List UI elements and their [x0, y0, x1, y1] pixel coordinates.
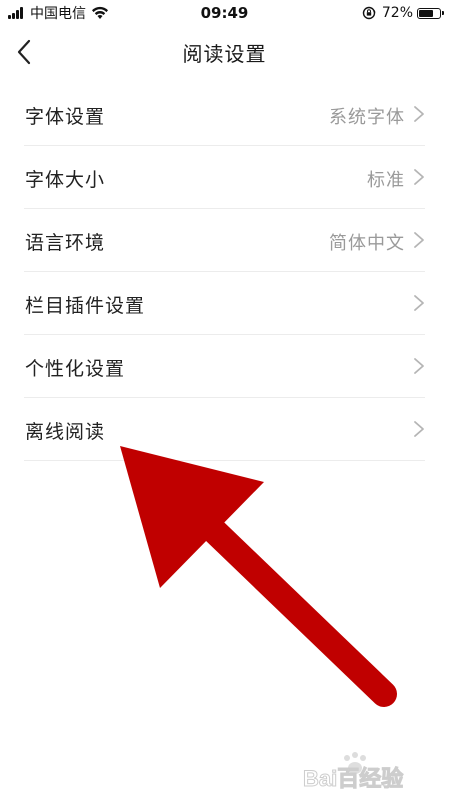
nav-bar: 阅读设置	[0, 26, 449, 78]
chevron-right-icon	[414, 421, 424, 437]
settings-item-font-size[interactable]: 字体大小 标准	[0, 146, 449, 209]
baidu-jingyan-watermark: Bai百经验	[303, 752, 404, 792]
battery-fill	[419, 9, 434, 17]
settings-list: 字体设置 系统字体 字体大小 标准 语言环境 简体中文 栏目插件设置 个性化设置…	[0, 83, 449, 461]
settings-item-label: 字体大小	[25, 169, 106, 191]
divider	[24, 460, 425, 461]
page-title: 阅读设置	[182, 42, 267, 66]
battery-percent: 72%	[381, 5, 413, 21]
chevron-right-icon	[414, 232, 424, 248]
watermark-text: Bai百经验	[303, 766, 403, 791]
settings-item-value: 系统字体	[329, 107, 405, 128]
status-bar: 中国电信 09:49 72%	[0, 0, 449, 26]
settings-item-label: 个性化设置	[25, 358, 126, 380]
battery-cap	[442, 10, 444, 15]
settings-item-language[interactable]: 语言环境 简体中文	[0, 209, 449, 272]
chevron-right-icon	[414, 358, 424, 374]
settings-item-personalization[interactable]: 个性化设置	[0, 335, 449, 398]
settings-item-offline-reading[interactable]: 离线阅读	[0, 398, 449, 461]
chevron-right-icon	[414, 106, 424, 122]
orientation-lock-icon	[362, 6, 376, 20]
settings-item-label: 离线阅读	[25, 421, 106, 443]
settings-item-label: 语言环境	[25, 232, 106, 254]
arrow-shape	[120, 446, 397, 707]
app-screen: 中国电信 09:49 72% 阅读设置 字体设置 系统字体 字体大小 标准 语言…	[0, 0, 449, 800]
settings-item-font[interactable]: 字体设置 系统字体	[0, 83, 449, 146]
status-bar-right: 72%	[362, 4, 444, 22]
chevron-right-icon	[414, 169, 424, 185]
battery-icon	[417, 7, 444, 19]
settings-item-label: 字体设置	[25, 106, 106, 128]
settings-item-value: 标准	[367, 170, 405, 191]
settings-item-column-plugins[interactable]: 栏目插件设置	[0, 272, 449, 335]
chevron-right-icon	[414, 295, 424, 311]
settings-item-value: 简体中文	[329, 233, 405, 254]
settings-item-label: 栏目插件设置	[25, 295, 146, 317]
